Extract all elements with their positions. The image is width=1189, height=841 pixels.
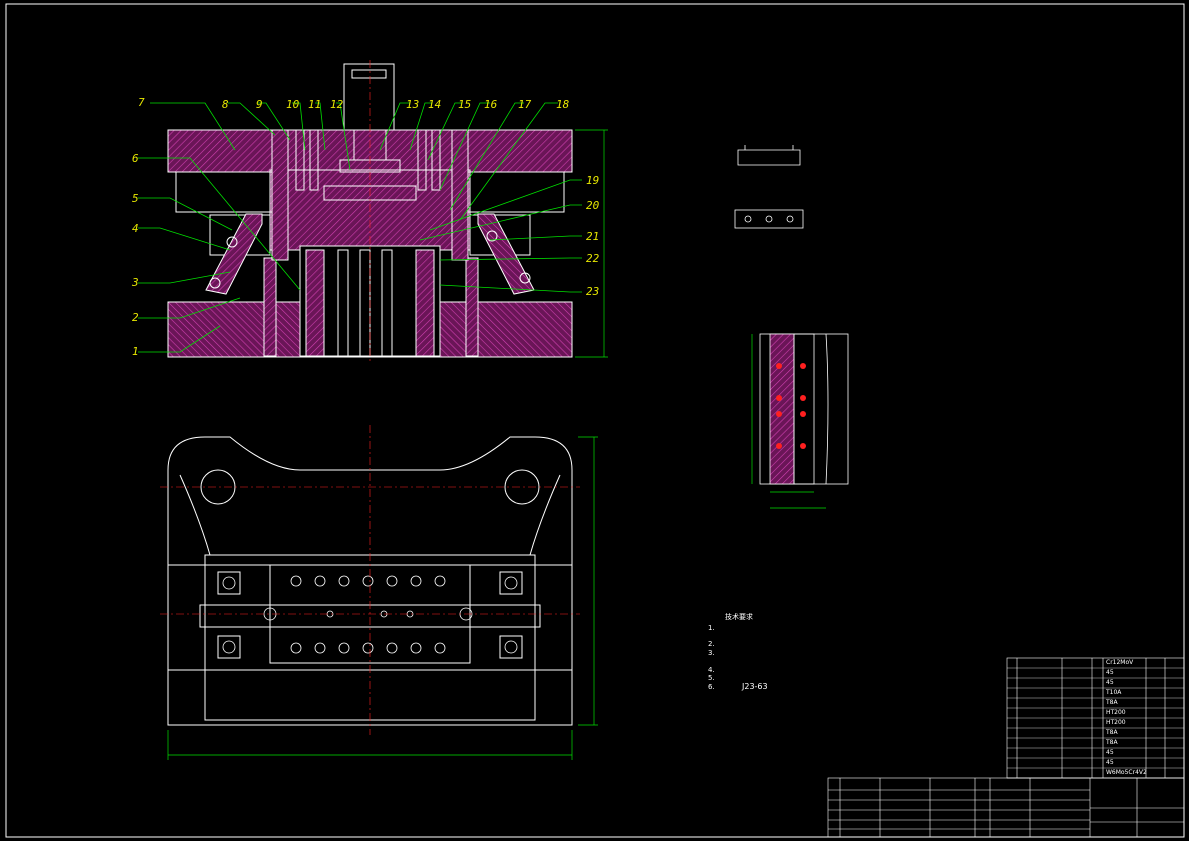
- parts-list-material: T8A: [1106, 739, 1118, 746]
- part-callout-16: 16: [484, 98, 498, 111]
- note-6-press: J23-63: [742, 682, 768, 691]
- note-5: 5.: [708, 674, 715, 682]
- parts-list-material: HT200: [1106, 719, 1126, 726]
- part-callout-9: 9: [256, 98, 263, 111]
- part-callout-21: 21: [586, 230, 600, 243]
- parts-list-material: HT200: [1106, 709, 1126, 716]
- parts-list-material: 45: [1106, 669, 1114, 676]
- parts-list-material: T8A: [1106, 699, 1118, 706]
- part-callout-7: 7: [138, 96, 145, 109]
- part-callout-3: 3: [132, 276, 139, 289]
- part-callout-22: 22: [586, 252, 600, 265]
- parts-list-material: T8A: [1106, 729, 1118, 736]
- note-6: 6.: [708, 683, 715, 691]
- parts-list-material: 45: [1106, 679, 1114, 686]
- parts-list-material: W6Mo5Cr4V2: [1106, 769, 1147, 776]
- part-callout-18: 18: [556, 98, 570, 111]
- part-callout-2: 2: [132, 311, 139, 324]
- note-1: 1.: [708, 624, 715, 632]
- notes-title: 技术要求: [725, 613, 753, 621]
- parts-list-material: 45: [1106, 759, 1114, 766]
- part-callout-11: 11: [308, 98, 322, 111]
- part-callout-20: 20: [586, 199, 600, 212]
- note-4: 4.: [708, 666, 715, 674]
- part-callout-19: 19: [586, 174, 600, 187]
- title-block: [827, 777, 1185, 838]
- note-2: 2.: [708, 640, 715, 648]
- part-callout-14: 14: [428, 98, 442, 111]
- part-callout-17: 17: [518, 98, 532, 111]
- parts-list-material: 45: [1106, 749, 1114, 756]
- part-callout-8: 8: [222, 98, 229, 111]
- part-callout-4: 4: [132, 222, 139, 235]
- cad-drawing: [5, 3, 1185, 838]
- part-callout-6: 6: [132, 152, 139, 165]
- part-callout-23: 23: [586, 285, 600, 298]
- part-callout-15: 15: [458, 98, 472, 111]
- note-3: 3.: [708, 649, 715, 657]
- part-callout-5: 5: [132, 192, 139, 205]
- part-callout-13: 13: [406, 98, 420, 111]
- part-callout-10: 10: [286, 98, 300, 111]
- part-callout-12: 12: [330, 98, 344, 111]
- parts-list-material: T10A: [1106, 689, 1122, 696]
- parts-list-material: Cr12MoV: [1106, 659, 1134, 666]
- part-callout-1: 1: [132, 345, 139, 358]
